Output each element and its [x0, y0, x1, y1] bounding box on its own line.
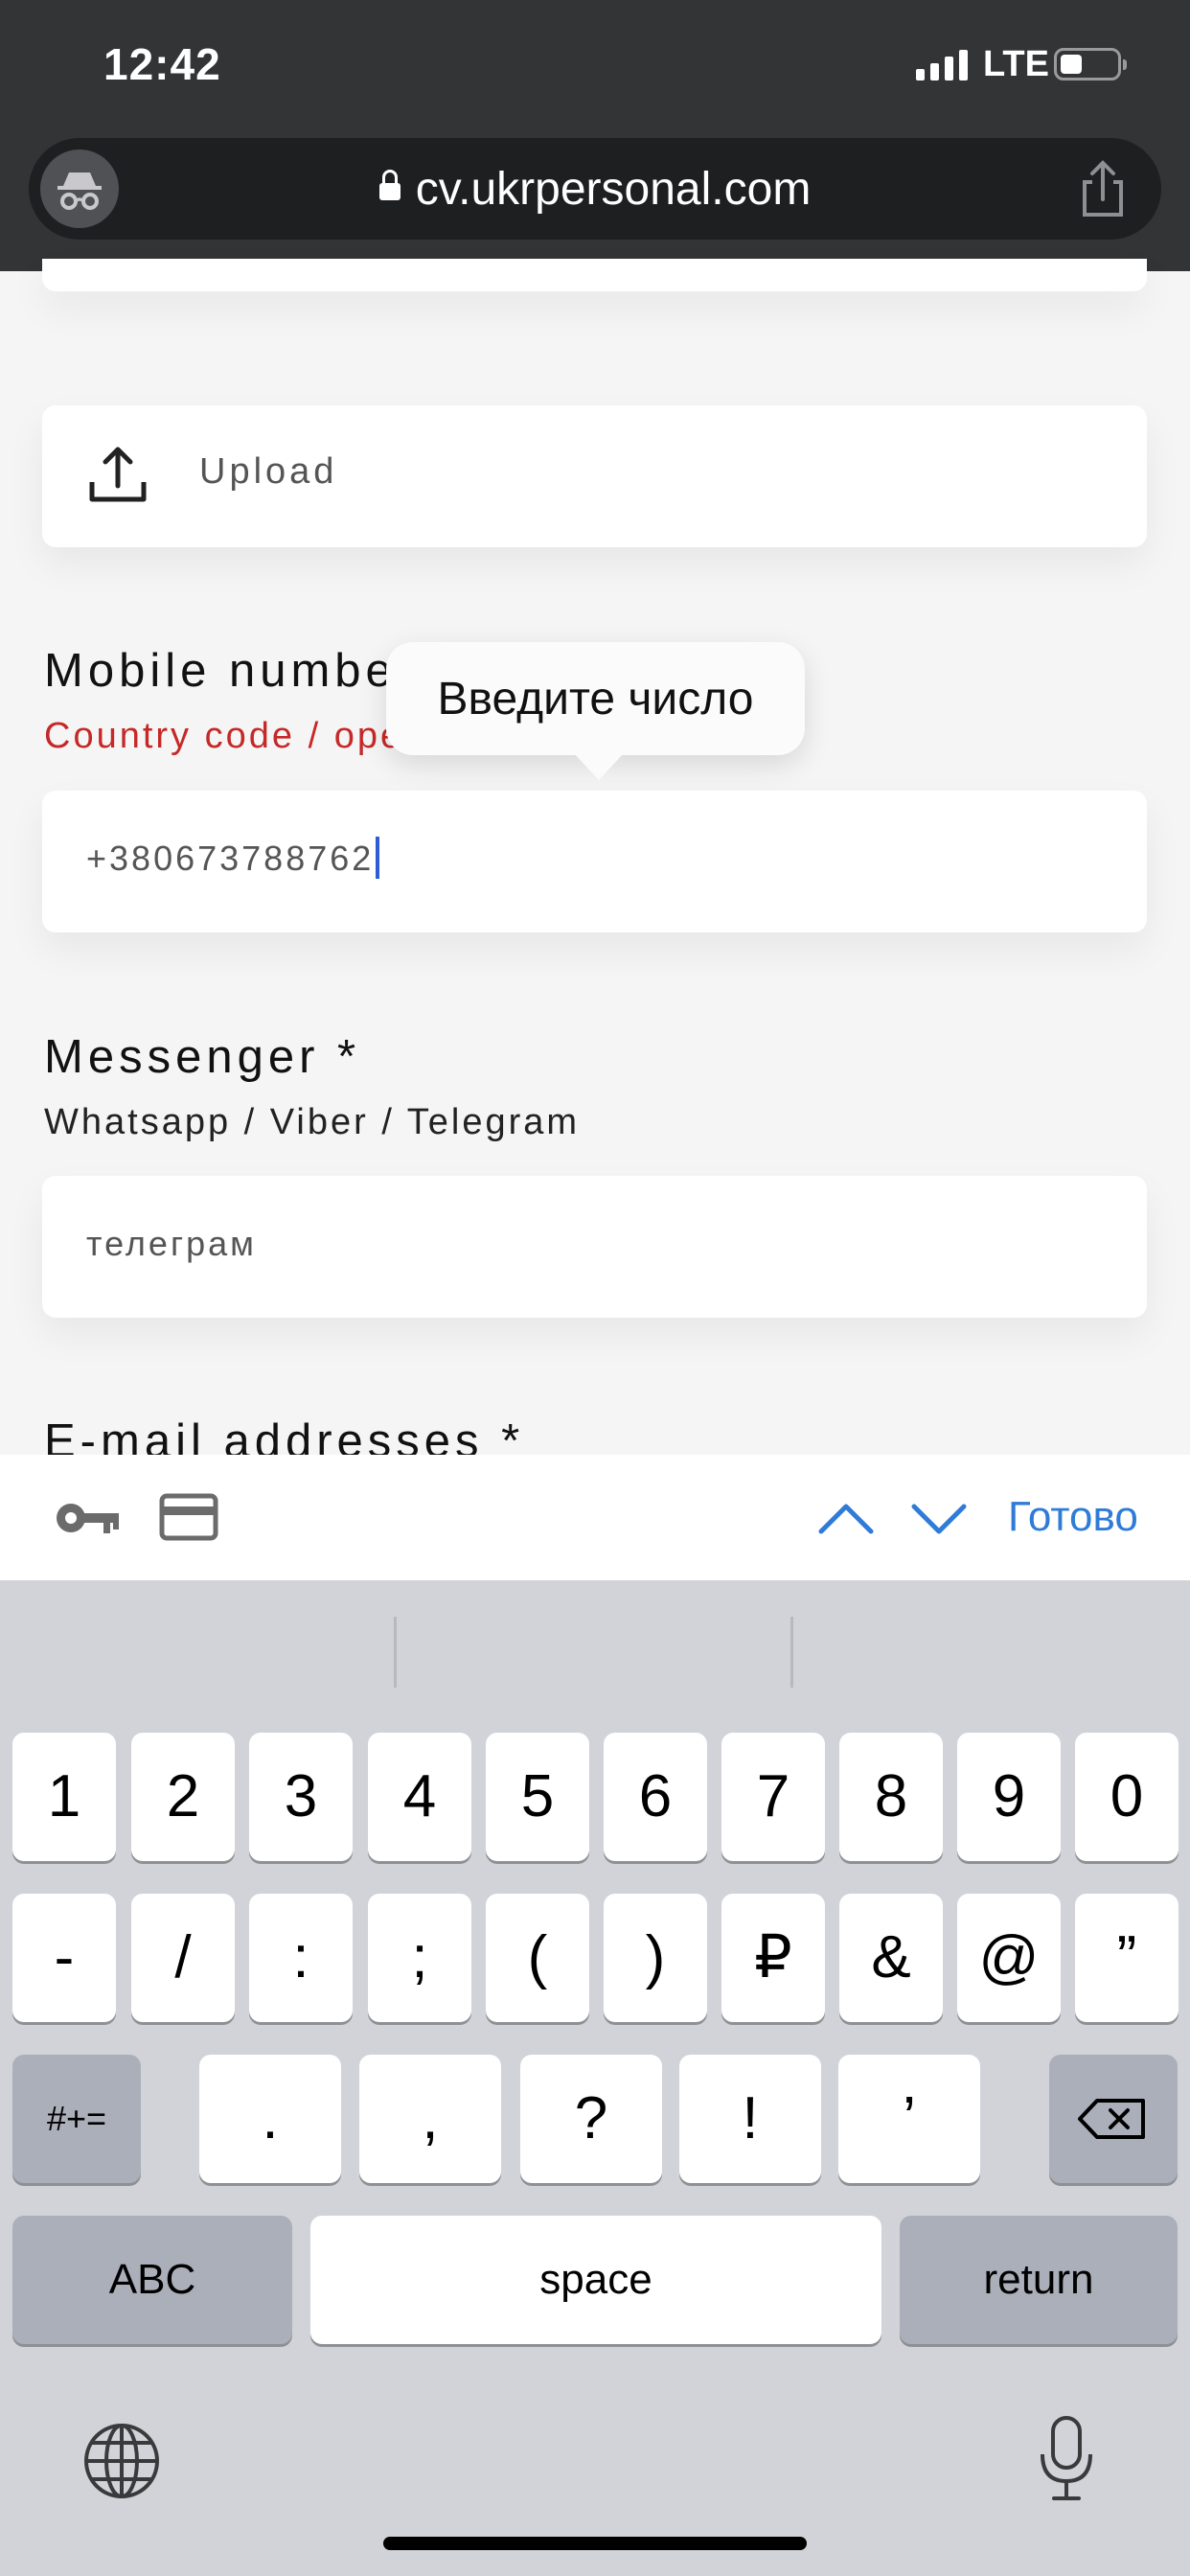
keyboard-accessory-bar: Готово — [0, 1455, 1190, 1580]
key-question[interactable]: ? — [520, 2055, 662, 2183]
key-icon[interactable] — [54, 1495, 121, 1541]
battery-icon — [1054, 48, 1127, 80]
chevron-down-icon[interactable] — [910, 1489, 968, 1547]
address-bar[interactable]: cv.ukrpersonal.com — [29, 138, 1161, 240]
key-ampersand[interactable]: & — [839, 1894, 943, 2022]
text-cursor — [376, 837, 380, 880]
key-period[interactable]: . — [199, 2055, 341, 2183]
validation-tooltip: Введите число — [386, 642, 805, 780]
return-key[interactable]: return — [900, 2216, 1178, 2344]
key-5[interactable]: 5 — [486, 1733, 589, 1861]
messenger-hint: Whatsapp / Viber / Telegram — [44, 1102, 581, 1142]
messenger-label: Messenger * — [44, 1031, 361, 1083]
key-close-paren[interactable]: ) — [604, 1894, 707, 2022]
abc-key[interactable]: ABC — [12, 2216, 292, 2344]
key-3[interactable]: 3 — [249, 1733, 353, 1861]
status-time: 12:42 — [103, 39, 221, 89]
key-ruble[interactable]: ₽ — [721, 1894, 825, 2022]
key-colon[interactable]: : — [249, 1894, 353, 2022]
backspace-key[interactable] — [1049, 2055, 1178, 2183]
url-text[interactable]: cv.ukrpersonal.com — [29, 163, 1161, 216]
key-9[interactable]: 9 — [957, 1733, 1061, 1861]
key-open-paren[interactable]: ( — [486, 1894, 589, 2022]
globe-icon[interactable] — [82, 2422, 161, 2500]
suggestion-divider — [394, 1617, 397, 1688]
key-slash[interactable]: / — [131, 1894, 235, 2022]
upload-icon — [86, 444, 149, 507]
mobile-number-input[interactable]: +380673788762 — [42, 791, 1147, 932]
network-type: LTE — [983, 44, 1049, 84]
backspace-icon — [1078, 2099, 1145, 2139]
home-indicator[interactable] — [383, 2537, 807, 2550]
browser-chrome: 12:42 LTE cv.ukrpersonal.com — [0, 0, 1190, 271]
key-apostrophe[interactable]: ’ — [838, 2055, 980, 2183]
suggestion-divider — [790, 1617, 793, 1688]
messenger-value[interactable]: телеграм — [86, 1224, 257, 1264]
key-4[interactable]: 4 — [368, 1733, 471, 1861]
tooltip-text: Введите число — [437, 674, 754, 724]
mobile-number-label: Mobile number — [44, 645, 418, 697]
upload-label: Upload — [199, 451, 338, 492]
key-0[interactable]: 0 — [1075, 1733, 1179, 1861]
key-7[interactable]: 7 — [721, 1733, 825, 1861]
lock-icon — [378, 170, 400, 200]
microphone-icon[interactable] — [1037, 2414, 1096, 2504]
mobile-number-value[interactable]: +380673788762 — [86, 837, 380, 882]
messenger-input[interactable]: телеграм — [42, 1176, 1147, 1318]
key-semicolon[interactable]: ; — [368, 1894, 471, 2022]
key-exclamation[interactable]: ! — [679, 2055, 821, 2183]
cellular-signal-icon — [916, 50, 968, 80]
key-6[interactable]: 6 — [604, 1733, 707, 1861]
url-label: cv.ukrpersonal.com — [415, 164, 812, 215]
done-button[interactable]: Готово — [1008, 1493, 1138, 1541]
key-2[interactable]: 2 — [131, 1733, 235, 1861]
space-key[interactable]: space — [310, 2216, 881, 2344]
key-at[interactable]: @ — [957, 1894, 1061, 2022]
key-1[interactable]: 1 — [12, 1733, 116, 1861]
key-comma[interactable]: , — [359, 2055, 501, 2183]
more-symbols-key[interactable]: #+= — [12, 2055, 141, 2183]
chevron-up-icon[interactable] — [817, 1489, 875, 1547]
key-hyphen[interactable]: - — [12, 1894, 116, 2022]
share-icon[interactable] — [1069, 155, 1136, 222]
previous-field-card — [42, 259, 1147, 291]
key-quote[interactable]: ” — [1075, 1894, 1179, 2022]
credit-card-icon[interactable] — [159, 1493, 218, 1541]
upload-button[interactable]: Upload — [42, 405, 1147, 547]
keyboard: 1 2 3 4 5 6 7 8 9 0 - / : ; ( ) ₽ & @ ” … — [0, 1580, 1190, 2576]
key-8[interactable]: 8 — [839, 1733, 943, 1861]
